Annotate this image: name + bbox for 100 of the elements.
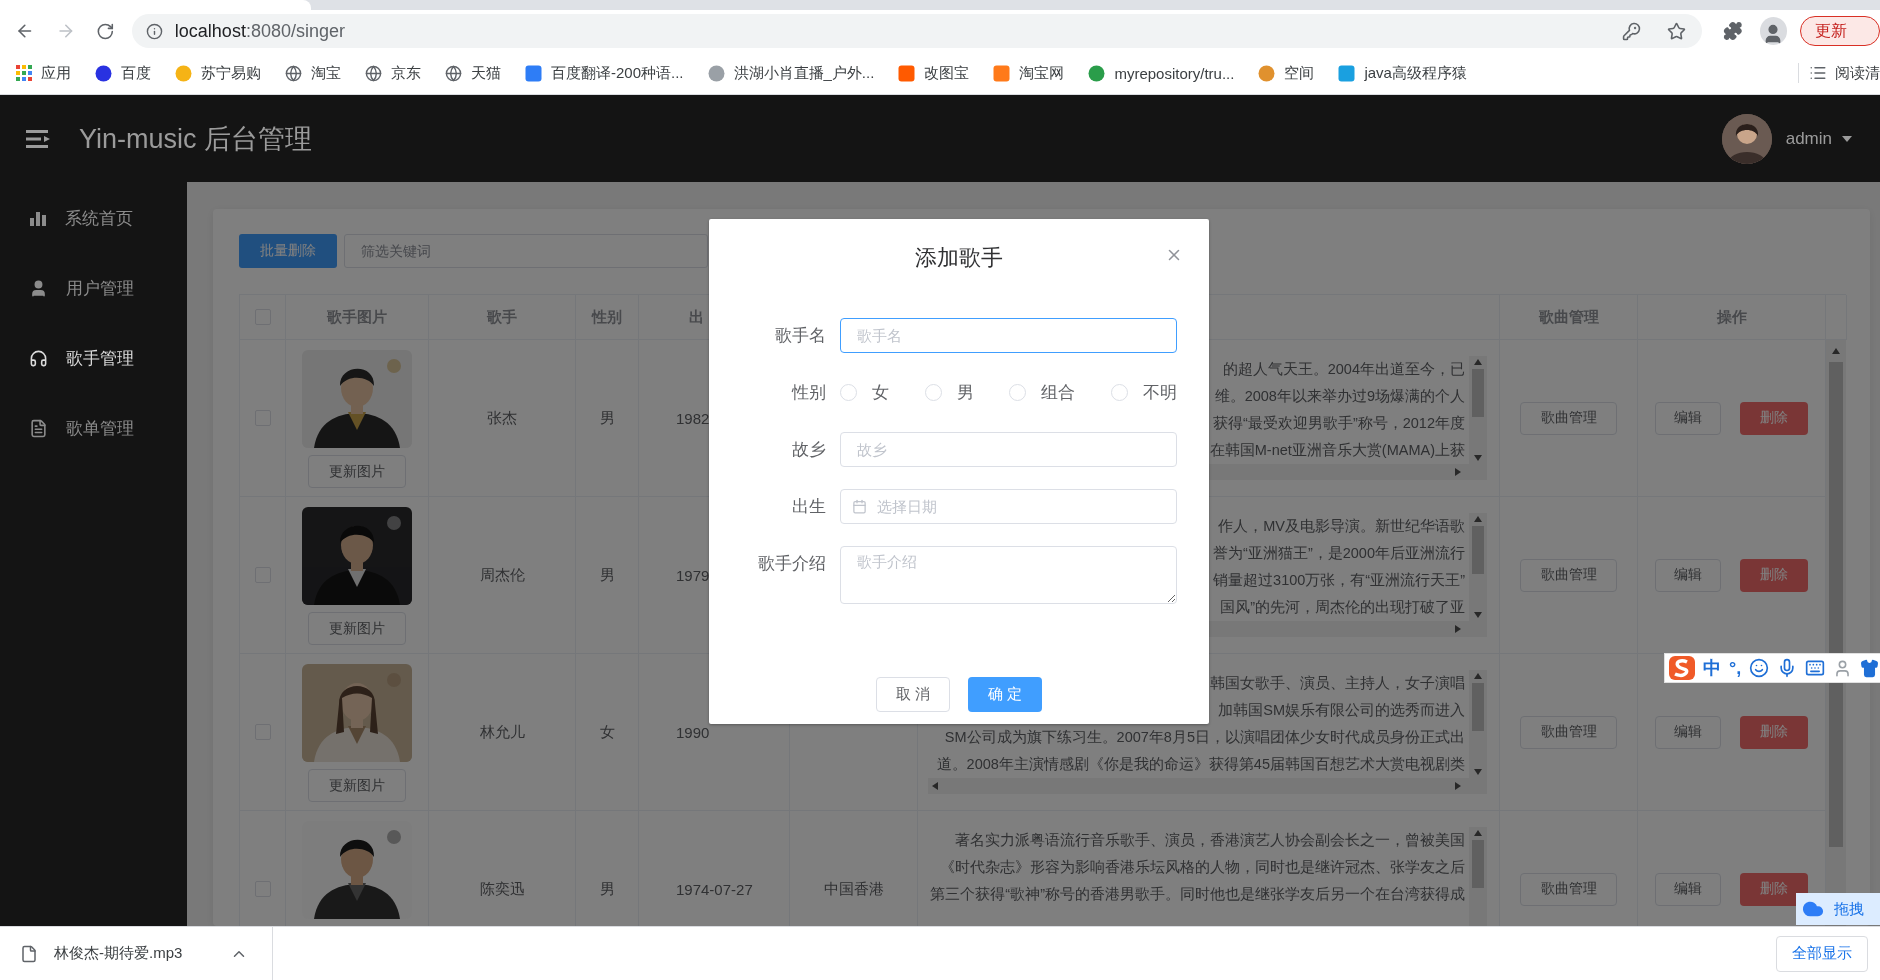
- textarea-field[interactable]: 歌手介绍: [840, 546, 1177, 604]
- globe-icon: [285, 64, 302, 82]
- down-arrow-icon[interactable]: [1474, 612, 1482, 618]
- bookmark[interactable]: 百度翻译-200种语...: [525, 63, 684, 83]
- bookmark[interactable]: java高级程序猿: [1338, 63, 1467, 83]
- caret-icon[interactable]: [1842, 135, 1852, 142]
- scrollbar[interactable]: [928, 778, 1487, 794]
- radio-label: 不明: [1142, 382, 1177, 404]
- url-text: localhost:8080/singer: [174, 20, 346, 42]
- up-arrow-icon[interactable]: [1474, 359, 1482, 365]
- song-manage-button[interactable]: 歌曲管理: [1520, 401, 1617, 435]
- intro-text: SM公司成为旗下练习生。2007年8月5日，以演唱团体少女时代成员身份正式出: [944, 728, 1465, 747]
- radio-button[interactable]: [924, 384, 942, 401]
- intro-text: 国风”的先河，周杰伦的出现打破了亚: [1220, 598, 1465, 617]
- intro-text: 加韩国SM娱乐有限公司的选秀而进入: [1218, 701, 1465, 720]
- text-field[interactable]: 歌手名: [840, 318, 1177, 353]
- bookmark[interactable]: 改图宝: [898, 63, 970, 83]
- reload-icon[interactable]: [96, 21, 115, 41]
- down-arrow-icon[interactable]: [1474, 455, 1482, 461]
- radio-label: 组合: [1041, 382, 1076, 404]
- update-photo-button[interactable]: 更新图片: [308, 455, 406, 488]
- radio-label: 男: [956, 382, 974, 404]
- globe-icon: [365, 64, 382, 82]
- show-all-button[interactable]: 全部显示: [1776, 935, 1868, 972]
- key-icon[interactable]: [1621, 21, 1641, 41]
- table-cell: 女: [599, 722, 615, 742]
- scrollbar[interactable]: [1469, 356, 1487, 464]
- intro-text: 在韩国M-net亚洲音乐大赏(MAMA)上获: [1209, 441, 1465, 460]
- bookmark[interactable]: 淘宝: [285, 63, 341, 83]
- bookmark[interactable]: 空间: [1258, 63, 1315, 83]
- edit-button[interactable]: 编辑: [1655, 872, 1721, 906]
- sidebar-item[interactable]: 用户管理: [0, 253, 187, 323]
- star-icon[interactable]: [1666, 21, 1686, 41]
- update-photo-button[interactable]: 更新图片: [308, 612, 406, 645]
- download-file[interactable]: 林俊杰-期待爱.mp3: [54, 944, 183, 963]
- date-field[interactable]: 选择日期: [840, 489, 1177, 524]
- edit-button[interactable]: 编辑: [1655, 715, 1721, 749]
- song-manage-button[interactable]: 歌曲管理: [1520, 872, 1617, 906]
- ime-mode[interactable]: 中: [1703, 656, 1721, 680]
- intro-text: 销量超过3100万张，有“亚洲流行天王”: [1213, 571, 1465, 590]
- song-manage-button[interactable]: 歌曲管理: [1520, 715, 1617, 749]
- bookmark[interactable]: 洪湖小肖直播_户外...: [707, 63, 875, 83]
- ime-punctuation[interactable]: °,: [1729, 657, 1742, 679]
- edit-button[interactable]: 编辑: [1655, 558, 1721, 592]
- right-arrow-icon[interactable]: [1455, 782, 1461, 790]
- emoji-icon[interactable]: [1749, 658, 1770, 678]
- cancel-button[interactable]: 取 消: [876, 677, 950, 712]
- intro-text: 获得“最受欢迎男歌手”称号，2012年度: [1213, 414, 1465, 433]
- user-name[interactable]: admin: [1785, 128, 1832, 149]
- sidebar-item[interactable]: 歌单管理: [0, 393, 187, 463]
- bookmark[interactable]: 京东: [365, 63, 421, 83]
- radio-button[interactable]: [1110, 384, 1128, 401]
- bookmark[interactable]: 淘宝网: [993, 63, 1065, 83]
- up-arrow-icon[interactable]: [1474, 516, 1482, 522]
- sidebar-item[interactable]: 歌手管理: [0, 323, 187, 393]
- bookmark[interactable]: 苏宁易购: [175, 63, 261, 83]
- table-cell: 1974-07-27: [676, 880, 753, 898]
- update-button[interactable]: 更新: [1800, 16, 1880, 46]
- up-arrow-icon[interactable]: [1474, 830, 1482, 836]
- bookmark[interactable]: 应用: [16, 63, 71, 83]
- menu-icon[interactable]: [26, 129, 50, 148]
- user-icon: [29, 278, 48, 298]
- intro-text: 著名实力派粤语流行音乐歌手、演员，香港演艺人协会副会长之一，曾被美国: [955, 831, 1465, 850]
- field-label: 故乡: [792, 439, 826, 461]
- bar-chart-icon: [29, 209, 47, 227]
- intro-text: 的超人气天王。2004年出道至今，已: [1222, 360, 1465, 379]
- edit-button[interactable]: 编辑: [1655, 401, 1721, 435]
- radio-button[interactable]: [840, 384, 857, 401]
- sidebar-item[interactable]: 系统首页: [0, 183, 187, 253]
- dialog-title: 添加歌手: [915, 244, 1003, 272]
- song-manage-button[interactable]: 歌曲管理: [1520, 558, 1617, 592]
- up-arrow-icon[interactable]: [1832, 348, 1840, 354]
- field-label: 出生: [792, 496, 826, 518]
- extensions-icon[interactable]: [1722, 21, 1743, 41]
- table-cell: 1990: [676, 723, 710, 741]
- table-cell: 周杰伦: [479, 565, 525, 585]
- update-photo-button[interactable]: 更新图片: [308, 769, 406, 802]
- cloud-widget[interactable]: 拖拽: [1796, 893, 1880, 925]
- scrollbar[interactable]: [1469, 513, 1487, 621]
- down-arrow-icon[interactable]: [1474, 769, 1482, 775]
- table-cell: 男: [599, 879, 615, 899]
- scrollbar[interactable]: [1469, 827, 1487, 926]
- bookmark[interactable]: 天猫: [445, 63, 501, 83]
- bookmark[interactable]: myrepository/tru...: [1088, 64, 1235, 82]
- calendar-icon: [852, 499, 867, 514]
- radio-button[interactable]: [1009, 384, 1027, 401]
- field-label: 歌手名: [775, 325, 826, 347]
- bookmark[interactable]: 百度: [95, 63, 151, 83]
- shirt-icon[interactable]: [1860, 658, 1880, 678]
- scrollbar[interactable]: [1469, 670, 1487, 778]
- right-arrow-icon[interactable]: [1455, 625, 1461, 633]
- profile-button[interactable]: [1759, 17, 1787, 45]
- right-arrow-icon[interactable]: [1455, 468, 1461, 476]
- keyboard-icon[interactable]: [1805, 658, 1826, 678]
- address-bar[interactable]: localhost:8080/singer: [131, 14, 1702, 48]
- reading-list[interactable]: 阅读清: [1809, 63, 1880, 83]
- up-arrow-icon[interactable]: [1474, 673, 1482, 679]
- left-arrow-icon[interactable]: [932, 782, 938, 790]
- table-cell: 1979: [676, 566, 710, 584]
- ime-logo-icon[interactable]: [1669, 656, 1695, 680]
